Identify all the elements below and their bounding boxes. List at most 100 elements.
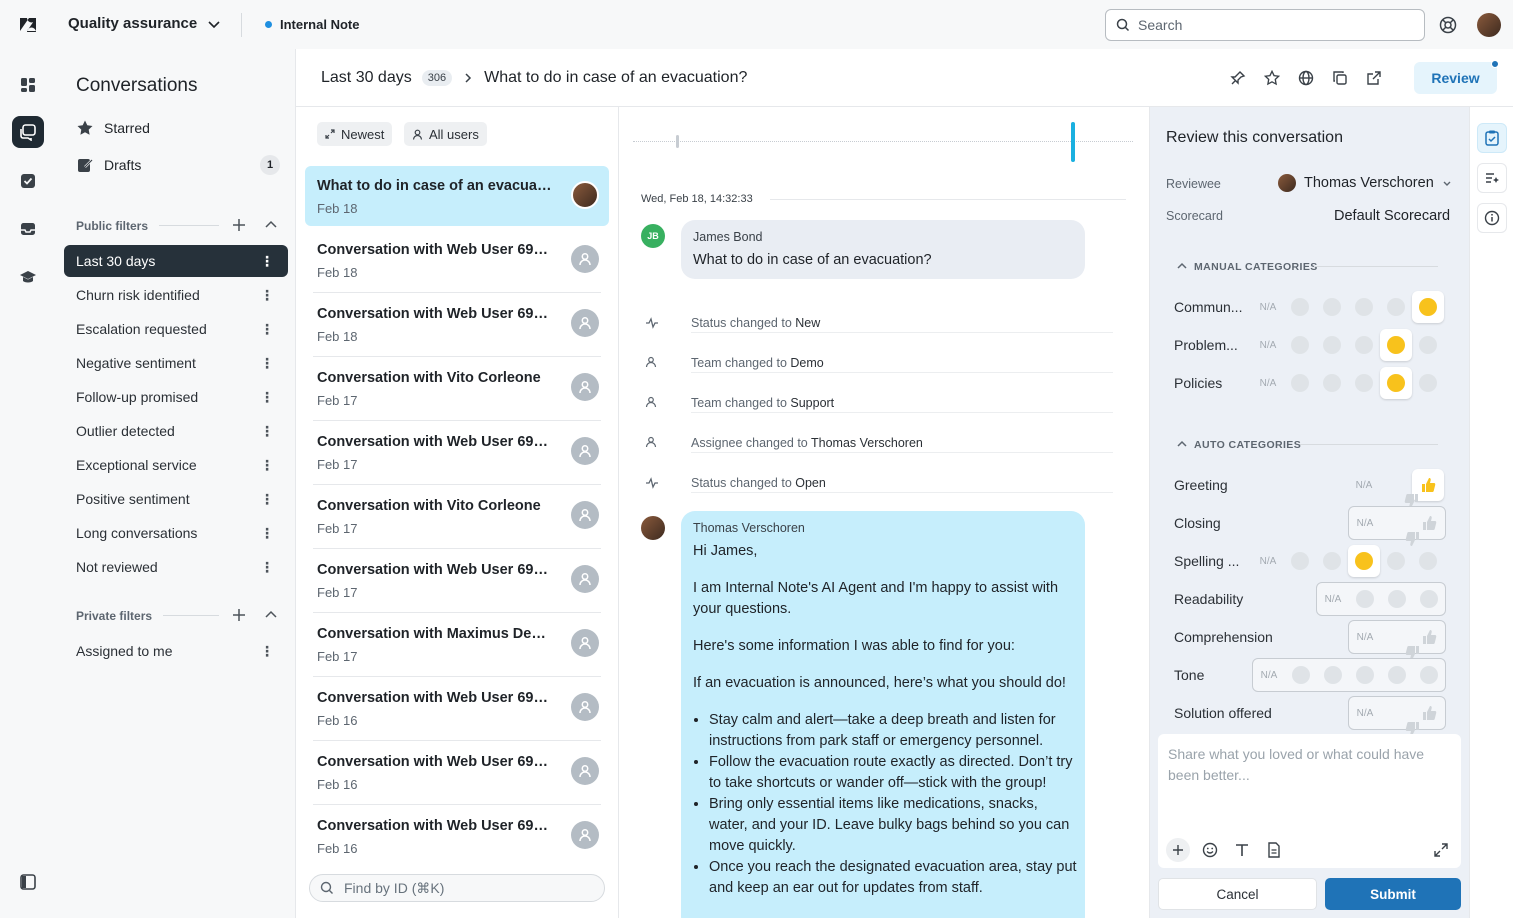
rating-option[interactable]: [1349, 583, 1381, 615]
na-option[interactable]: N/A: [1349, 697, 1381, 729]
conversation-item[interactable]: Conversation with Vito Corleone Feb 17: [305, 486, 609, 549]
thumbs-down-icon[interactable]: [1381, 621, 1419, 660]
emoji-icon[interactable]: [1202, 842, 1218, 858]
info-icon[interactable]: [1477, 203, 1507, 233]
rating-scale[interactable]: N/A: [1348, 620, 1446, 660]
comment-box[interactable]: Share what you loved or what could have …: [1158, 734, 1461, 868]
conversation-item[interactable]: Conversation with Web User 698... Feb 16: [305, 742, 609, 805]
ai-assist-icon[interactable]: [1477, 163, 1507, 193]
reviewee-select[interactable]: Thomas Verschoren: [1278, 174, 1452, 192]
na-option[interactable]: N/A: [1349, 507, 1381, 539]
filter-item[interactable]: Not reviewed ⋮: [64, 551, 288, 583]
filter-item[interactable]: Churn risk identified ⋮: [64, 279, 288, 311]
template-icon[interactable]: [1266, 842, 1282, 858]
na-option[interactable]: N/A: [1349, 621, 1381, 653]
workspace-switcher[interactable]: Quality assurance: [68, 15, 221, 32]
find-by-id-input[interactable]: Find by ID (⌘K): [309, 874, 605, 902]
rating-option[interactable]: [1285, 659, 1317, 691]
expand-icon[interactable]: [1433, 842, 1449, 858]
conversation-item[interactable]: Conversation with Web User 698... Feb 18: [305, 294, 609, 357]
rating-option[interactable]: [1348, 545, 1380, 577]
sidebar-toggle-icon[interactable]: [12, 866, 44, 898]
add-filter-icon[interactable]: [232, 608, 246, 622]
copy-icon[interactable]: [1332, 70, 1348, 86]
thumbs-down-icon[interactable]: [1381, 507, 1419, 546]
scorecard-value[interactable]: Default Scorecard: [1334, 208, 1450, 224]
more-options-icon[interactable]: ⋮: [260, 253, 274, 269]
na-option[interactable]: N/A: [1348, 469, 1380, 501]
conversation-item[interactable]: What to do in case of an evacuati... Feb…: [305, 166, 609, 226]
rating-option[interactable]: [1316, 329, 1348, 361]
sort-button[interactable]: Newest: [317, 122, 393, 146]
filter-item[interactable]: Long conversations ⋮: [64, 517, 288, 549]
conversation-item[interactable]: Conversation with Web User 699... Feb 16: [305, 806, 609, 866]
filter-item[interactable]: Last 30 days ⋮: [64, 245, 288, 277]
rating-option[interactable]: [1380, 291, 1412, 323]
rating-scale[interactable]: N/A: [1348, 696, 1446, 736]
review-tool-icon[interactable]: [1477, 123, 1507, 153]
collapse-icon[interactable]: [264, 608, 278, 622]
more-options-icon[interactable]: ⋮: [260, 355, 274, 371]
rating-option[interactable]: [1412, 367, 1444, 399]
conversation-item[interactable]: Conversation with Web User 693... Feb 18: [305, 230, 609, 293]
search-input[interactable]: Search: [1105, 9, 1425, 41]
pin-icon[interactable]: [1230, 70, 1246, 86]
rating-option[interactable]: [1284, 545, 1316, 577]
star-icon[interactable]: [1264, 70, 1280, 86]
thumbs-down-icon[interactable]: [1381, 697, 1419, 736]
rating-scale[interactable]: N/A: [1348, 506, 1446, 546]
rating-option[interactable]: [1380, 545, 1412, 577]
rating-option[interactable]: [1413, 659, 1445, 691]
rating-option[interactable]: [1412, 329, 1444, 361]
rating-option[interactable]: [1413, 583, 1445, 615]
submit-button[interactable]: Submit: [1325, 878, 1461, 910]
breadcrumb-filter[interactable]: Last 30 days: [321, 69, 412, 87]
rating-scale[interactable]: N/A: [1316, 582, 1446, 616]
chevron-up-icon[interactable]: [1176, 438, 1188, 450]
timeline-position[interactable]: [1071, 122, 1075, 162]
rating-option[interactable]: [1412, 545, 1444, 577]
drafts-link[interactable]: Drafts 1: [76, 155, 280, 175]
rating-option[interactable]: [1316, 545, 1348, 577]
na-option[interactable]: N/A: [1252, 329, 1284, 361]
filter-item[interactable]: Outlier detected ⋮: [64, 415, 288, 447]
more-options-icon[interactable]: ⋮: [260, 321, 274, 337]
starred-link[interactable]: Starred: [76, 119, 150, 137]
rating-option[interactable]: [1380, 367, 1412, 399]
na-option[interactable]: N/A: [1252, 367, 1284, 399]
rating-scale[interactable]: N/A: [1252, 328, 1444, 362]
inbox-icon[interactable]: [12, 213, 44, 245]
filter-item[interactable]: Exceptional service ⋮: [64, 449, 288, 481]
chevron-up-icon[interactable]: [1176, 260, 1188, 272]
globe-icon[interactable]: [1298, 70, 1314, 86]
na-option[interactable]: N/A: [1253, 659, 1285, 691]
rating-option[interactable]: [1381, 659, 1413, 691]
conversation-item[interactable]: Conversation with Web User 699... Feb 17: [305, 550, 609, 613]
rating-option[interactable]: [1284, 329, 1316, 361]
rating-scale[interactable]: N/A: [1252, 290, 1444, 324]
rating-option[interactable]: [1317, 659, 1349, 691]
zendesk-logo-icon[interactable]: [18, 15, 38, 35]
cancel-button[interactable]: Cancel: [1158, 878, 1317, 910]
tasks-icon[interactable]: [12, 165, 44, 197]
more-options-icon[interactable]: ⋮: [260, 287, 274, 303]
rating-option[interactable]: [1284, 367, 1316, 399]
filter-item[interactable]: Negative sentiment ⋮: [64, 347, 288, 379]
conversation-item[interactable]: Conversation with Web User 698... Feb 16: [305, 678, 609, 741]
more-options-icon[interactable]: ⋮: [260, 525, 274, 541]
users-filter-button[interactable]: All users: [404, 122, 487, 146]
filter-item[interactable]: Assigned to me ⋮: [64, 635, 288, 667]
conversation-item[interactable]: Conversation with Maximus Deci... Feb 17: [305, 614, 609, 677]
rating-option[interactable]: [1380, 329, 1412, 361]
help-icon[interactable]: [1439, 16, 1457, 34]
rating-scale[interactable]: N/A: [1252, 544, 1444, 578]
na-option[interactable]: N/A: [1317, 583, 1349, 615]
more-options-icon[interactable]: ⋮: [260, 643, 274, 659]
rating-option[interactable]: [1316, 367, 1348, 399]
na-option[interactable]: N/A: [1252, 545, 1284, 577]
conversation-item[interactable]: Conversation with Vito Corleone Feb 17: [305, 358, 609, 421]
learning-icon[interactable]: [12, 261, 44, 293]
rating-option[interactable]: [1316, 291, 1348, 323]
active-tab[interactable]: Internal Note: [265, 17, 359, 32]
collapse-icon[interactable]: [264, 218, 278, 232]
